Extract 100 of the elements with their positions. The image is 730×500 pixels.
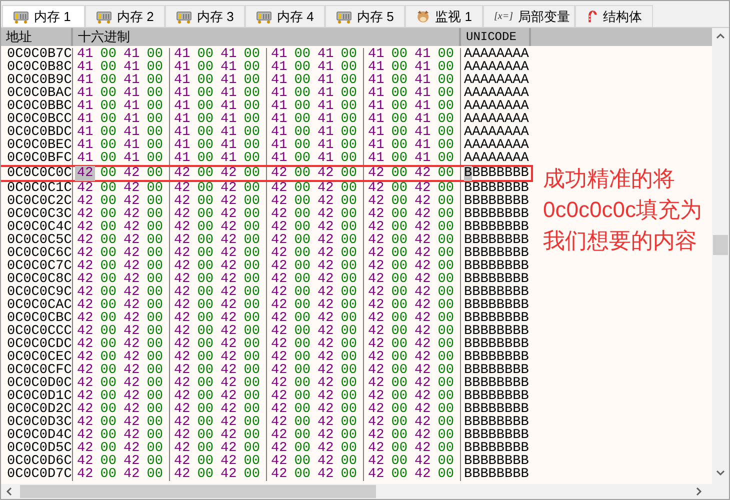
byte-cell[interactable]: 00 <box>293 87 316 100</box>
byte-cell[interactable]: 42 <box>316 429 340 442</box>
byte-cell[interactable]: 42 <box>220 234 243 247</box>
byte-cell[interactable]: 00 <box>146 221 169 234</box>
byte-cell[interactable]: 42 <box>367 468 390 481</box>
byte-cell[interactable]: 00 <box>293 377 316 390</box>
byte-cell[interactable]: 00 <box>242 312 266 325</box>
byte-cell[interactable]: 42 <box>367 364 390 377</box>
byte-cell[interactable]: 42 <box>122 286 146 299</box>
byte-cell[interactable]: 00 <box>293 429 316 442</box>
byte-cell[interactable]: 00 <box>293 221 316 234</box>
byte-cell[interactable]: 42 <box>270 195 294 208</box>
byte-cell[interactable]: 41 <box>367 139 390 152</box>
byte-cell[interactable]: 00 <box>196 87 220 100</box>
byte-cell[interactable]: 42 <box>367 312 390 325</box>
byte-cell[interactable]: 42 <box>173 286 196 299</box>
byte-cell[interactable]: 00 <box>293 273 316 286</box>
byte-cell[interactable]: 00 <box>436 167 460 180</box>
byte-cell[interactable]: 42 <box>76 351 100 364</box>
byte-cell[interactable]: 41 <box>270 74 294 87</box>
byte-cell[interactable]: 00 <box>242 167 266 180</box>
byte-cell[interactable]: 42 <box>220 377 243 390</box>
byte-cell[interactable]: 00 <box>293 100 316 113</box>
scroll-thumb[interactable] <box>713 235 728 255</box>
byte-cell[interactable]: 00 <box>146 234 169 247</box>
byte-cell[interactable]: 41 <box>220 152 243 165</box>
byte-cell[interactable]: 00 <box>436 442 460 455</box>
byte-cell[interactable]: 00 <box>196 208 220 221</box>
byte-cell[interactable]: 00 <box>340 260 363 273</box>
byte-cell[interactable]: 00 <box>196 364 220 377</box>
byte-cell[interactable]: 00 <box>436 208 460 221</box>
byte-cell[interactable]: 42 <box>316 312 340 325</box>
byte-cell[interactable]: 00 <box>196 377 220 390</box>
byte-cell[interactable]: 00 <box>99 234 122 247</box>
byte-cell[interactable]: 42 <box>220 325 243 338</box>
byte-cell[interactable]: 42 <box>76 195 100 208</box>
byte-cell[interactable]: 00 <box>99 139 122 152</box>
byte-cell[interactable]: 41 <box>316 100 340 113</box>
byte-cell[interactable]: 42 <box>270 468 294 481</box>
byte-cell[interactable]: 41 <box>367 126 390 139</box>
byte-cell[interactable]: 00 <box>340 152 363 165</box>
byte-cell[interactable]: 42 <box>270 325 294 338</box>
byte-cell[interactable]: 00 <box>436 468 460 481</box>
byte-cell[interactable]: 41 <box>270 87 294 100</box>
byte-cell[interactable]: 42 <box>367 247 390 260</box>
byte-cell[interactable]: 00 <box>390 338 414 351</box>
byte-cell[interactable]: 00 <box>196 390 220 403</box>
byte-cell[interactable]: 00 <box>196 338 220 351</box>
byte-cell[interactable]: 42 <box>316 442 340 455</box>
byte-cell[interactable]: 00 <box>390 351 414 364</box>
byte-cell[interactable]: 00 <box>196 325 220 338</box>
byte-cell[interactable]: 42 <box>367 416 390 429</box>
byte-cell[interactable]: 41 <box>76 61 100 74</box>
byte-cell[interactable]: 00 <box>99 286 122 299</box>
byte-cell[interactable]: 41 <box>122 74 146 87</box>
byte-cell[interactable]: 42 <box>414 351 437 364</box>
byte-cell[interactable]: 00 <box>390 455 414 468</box>
byte-cell[interactable]: 00 <box>99 325 122 338</box>
byte-cell[interactable]: 00 <box>242 364 266 377</box>
byte-cell[interactable]: 00 <box>340 139 363 152</box>
byte-cell[interactable]: 00 <box>293 113 316 126</box>
byte-cell[interactable]: 41 <box>122 152 146 165</box>
byte-cell[interactable]: 00 <box>293 260 316 273</box>
byte-cell[interactable]: 42 <box>173 468 196 481</box>
byte-cell[interactable]: 00 <box>436 48 460 61</box>
byte-cell[interactable]: 00 <box>196 195 220 208</box>
byte-cell[interactable]: 00 <box>293 152 316 165</box>
byte-cell[interactable]: 42 <box>122 364 146 377</box>
scroll-up-icon[interactable] <box>716 33 725 39</box>
byte-cell[interactable]: 41 <box>270 152 294 165</box>
byte-cell[interactable]: 42 <box>414 390 437 403</box>
byte-cell[interactable]: 00 <box>340 87 363 100</box>
byte-cell[interactable]: 00 <box>390 152 414 165</box>
byte-cell[interactable]: 00 <box>436 416 460 429</box>
byte-cell[interactable]: 00 <box>196 126 220 139</box>
tab[interactable]: 内存 1 <box>2 5 85 27</box>
byte-cell[interactable]: 00 <box>340 468 363 481</box>
byte-cell[interactable]: 42 <box>220 403 243 416</box>
byte-cell[interactable]: 00 <box>99 113 122 126</box>
byte-cell[interactable]: 42 <box>220 416 243 429</box>
byte-cell[interactable]: 41 <box>122 100 146 113</box>
byte-cell[interactable]: 00 <box>196 299 220 312</box>
byte-cell[interactable]: 00 <box>99 260 122 273</box>
byte-cell[interactable]: 00 <box>436 221 460 234</box>
byte-cell[interactable]: 42 <box>122 468 146 481</box>
byte-cell[interactable]: 42 <box>220 312 243 325</box>
byte-cell[interactable]: 41 <box>270 61 294 74</box>
byte-cell[interactable]: 00 <box>293 455 316 468</box>
byte-cell[interactable]: 42 <box>414 195 437 208</box>
byte-cell[interactable]: 41 <box>122 61 146 74</box>
byte-cell[interactable]: 41 <box>173 74 196 87</box>
byte-cell[interactable]: 41 <box>316 113 340 126</box>
byte-cell[interactable]: 00 <box>436 390 460 403</box>
byte-cell[interactable]: 00 <box>146 182 169 195</box>
byte-cell[interactable]: 00 <box>146 247 169 260</box>
byte-cell[interactable]: 00 <box>436 234 460 247</box>
byte-cell[interactable]: 41 <box>220 139 243 152</box>
byte-cell[interactable]: 42 <box>367 442 390 455</box>
byte-cell[interactable]: 00 <box>390 74 414 87</box>
byte-cell[interactable]: 41 <box>76 152 100 165</box>
